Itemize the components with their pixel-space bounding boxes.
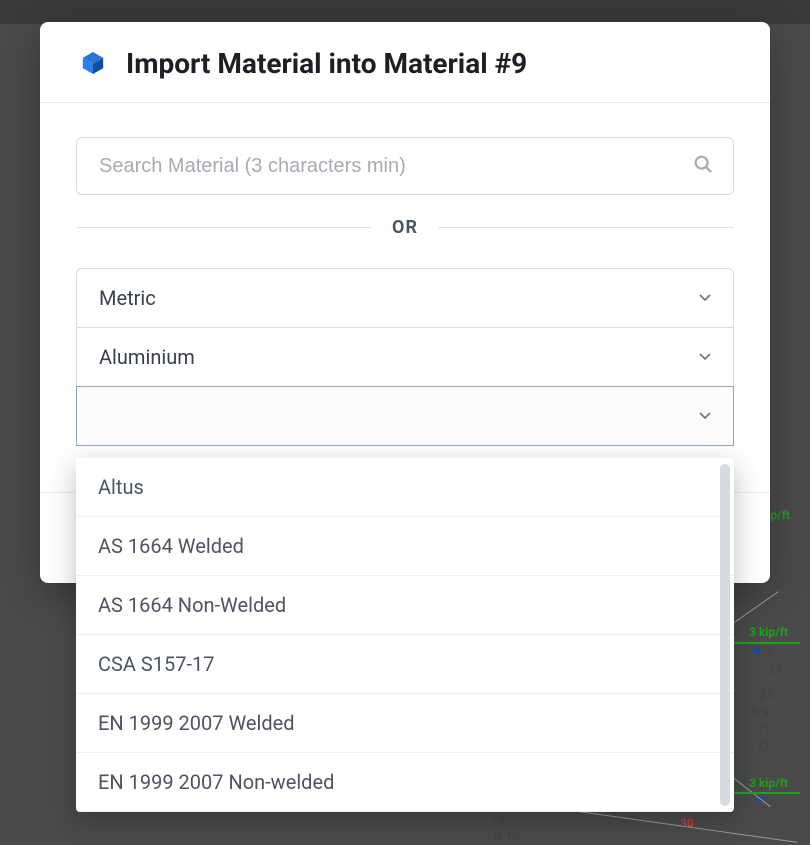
divider-line (438, 227, 734, 228)
dropdown-option[interactable]: CSA S157-17 (76, 635, 734, 694)
select-group: Metric Aluminium (76, 268, 734, 446)
search-field-container (76, 137, 734, 195)
dropdown-option[interactable]: EN 1999 2007 Welded (76, 694, 734, 753)
material-select-value: Aluminium (99, 345, 195, 369)
search-input[interactable] (76, 137, 734, 195)
standard-dropdown-list[interactable]: Altus AS 1664 Welded AS 1664 Non-Welded … (76, 458, 734, 812)
modal-header: Import Material into Material #9 (40, 22, 770, 103)
caret-down-icon (699, 353, 711, 361)
modal-body: OR Metric Aluminium (40, 103, 770, 492)
dropdown-option[interactable]: Altus (76, 458, 734, 517)
material-select[interactable]: Aluminium (76, 327, 734, 387)
divider-line (76, 227, 372, 228)
caret-down-icon (699, 412, 711, 420)
or-divider: OR (76, 217, 734, 238)
search-icon (692, 153, 714, 179)
standard-select[interactable] (76, 386, 734, 446)
units-select-value: Metric (99, 286, 156, 310)
modal-title: Import Material into Material #9 (126, 47, 527, 80)
brand-icon (76, 46, 110, 80)
divider-label: OR (392, 217, 418, 238)
units-select[interactable]: Metric (76, 268, 734, 328)
dropdown-option[interactable]: EN 1999 2007 Non-welded (76, 753, 734, 812)
dropdown-option[interactable]: AS 1664 Welded (76, 517, 734, 576)
caret-down-icon (699, 294, 711, 302)
dropdown-option[interactable]: AS 1664 Non-Welded (76, 576, 734, 635)
toolbar-strip (0, 0, 810, 24)
scrollbar[interactable] (720, 464, 730, 806)
